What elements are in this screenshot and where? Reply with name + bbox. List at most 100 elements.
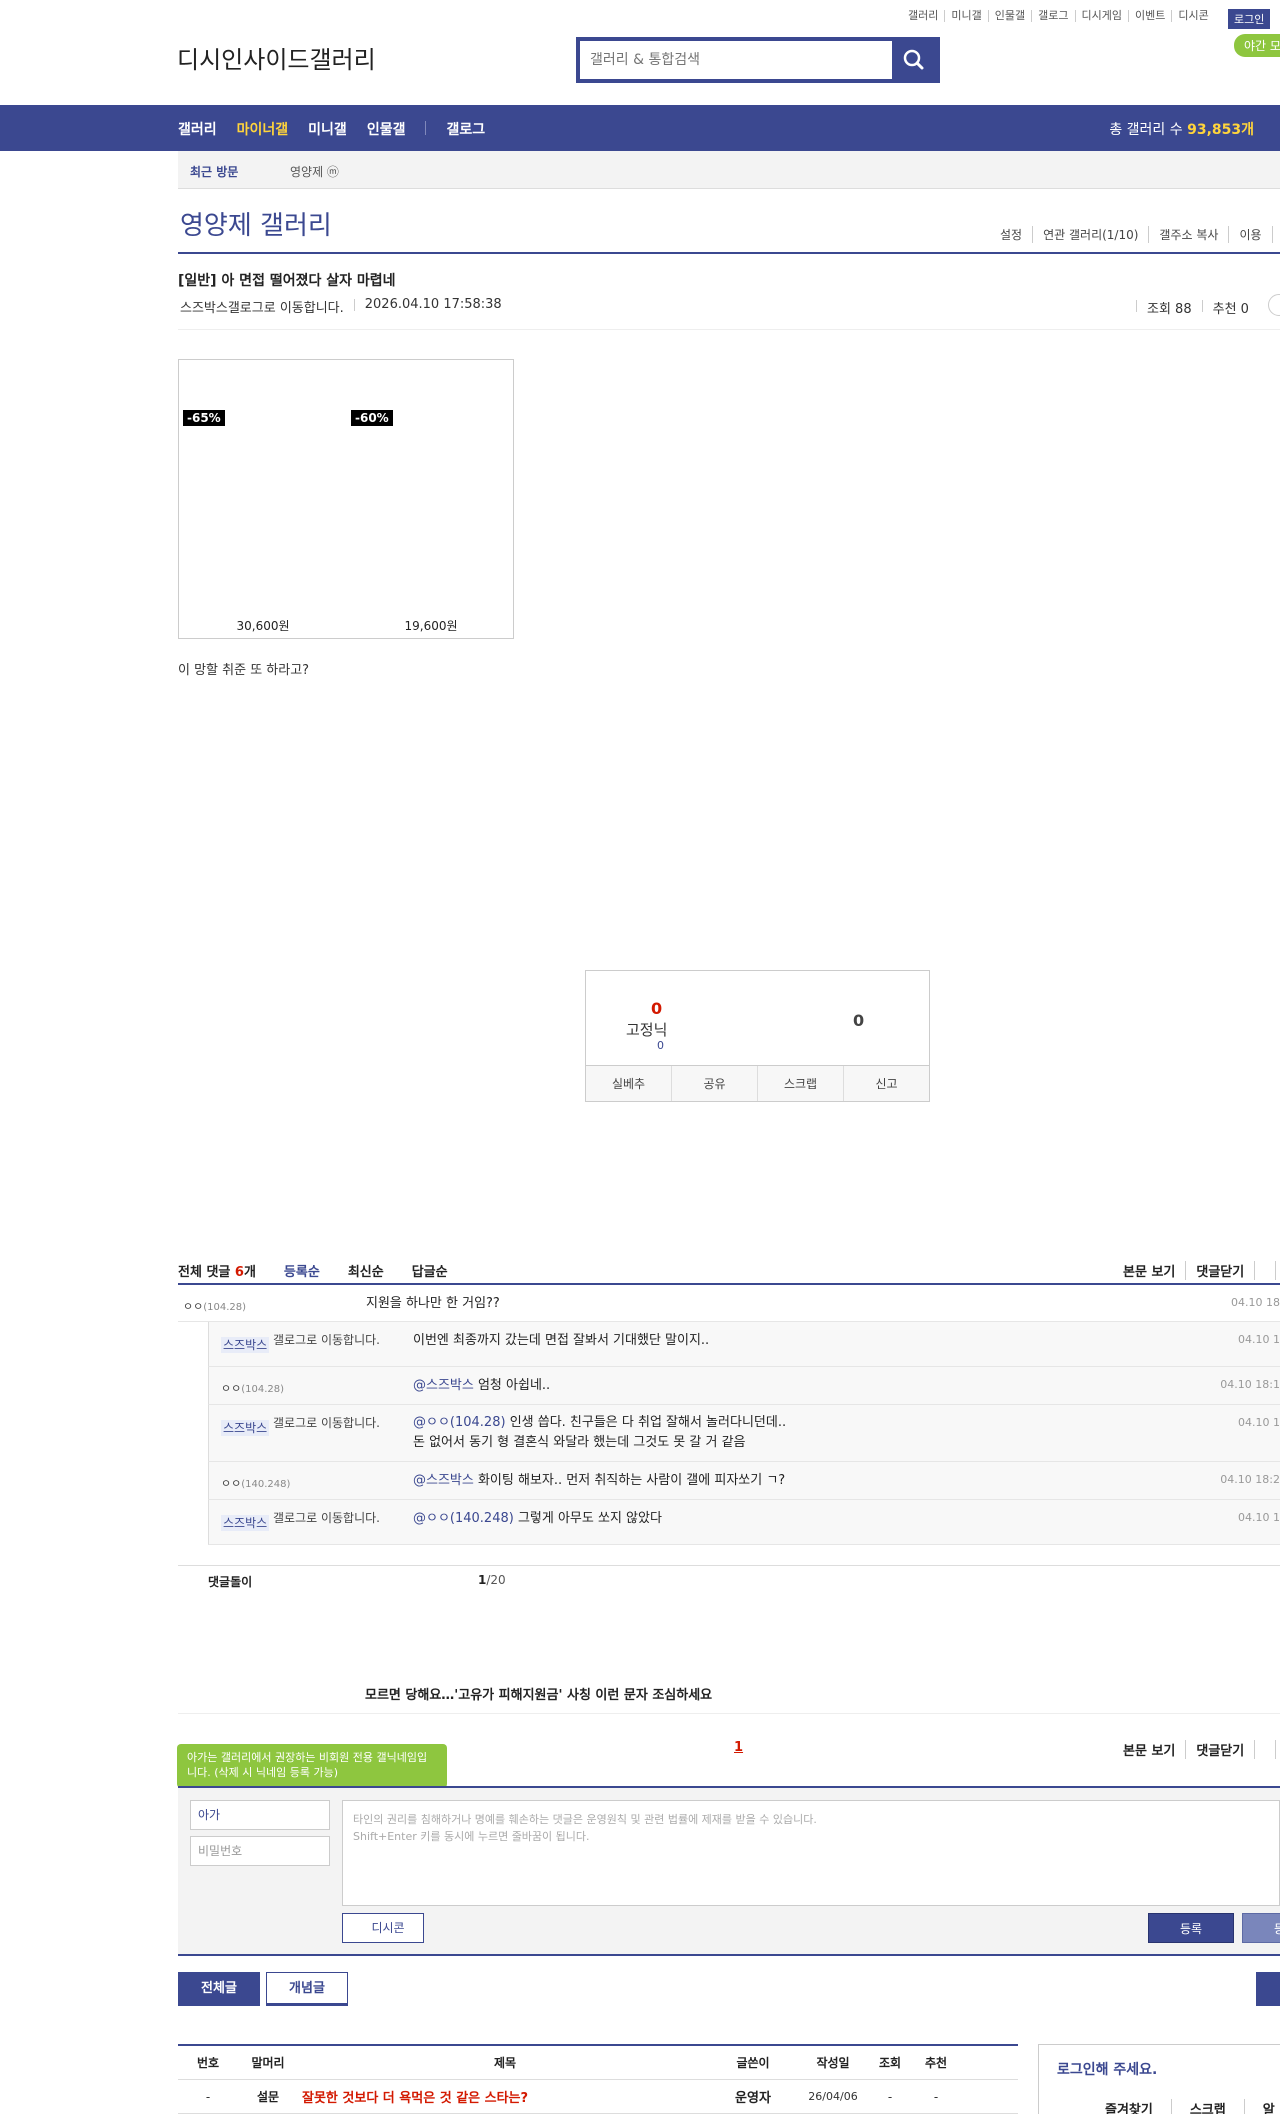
scrap-link[interactable]: 스크랩	[1172, 2099, 1245, 2114]
reply-date: 04.10 1	[1238, 1416, 1280, 1429]
reply-text-body: 인생 씁다. 친구들은 다 취업 잘해서 놀러다니던데..	[505, 1415, 787, 1430]
reply-text-body: 화이팅 해보자.. 먼저 취직하는 사람이 갤에 피자쏘기 ㄱ?	[473, 1473, 786, 1488]
all-posts-button[interactable]: 전체글	[178, 1972, 260, 2006]
view-body-link[interactable]: 본문 보기	[1123, 1740, 1187, 1759]
recent-visit-item[interactable]: 영양제 ⓜ	[290, 163, 339, 180]
topnav-gallog[interactable]: 갤로그	[1032, 10, 1076, 22]
reply-writer-nick: ㅇㅇ	[221, 1382, 242, 1395]
reply-writer[interactable]: ㅇㅇ(104.28)	[221, 1380, 284, 1396]
reply-mention[interactable]: @ㅇㅇ(104.28)	[413, 1415, 506, 1430]
report-button[interactable]: 신고	[844, 1066, 929, 1101]
search-input[interactable]	[580, 41, 896, 79]
best-recommend-button[interactable]: 실베추	[586, 1066, 672, 1101]
comment-textarea[interactable]: 타인의 권리를 침해하거나 명예를 훼손하는 댓글은 운영원칙 및 관련 법률에…	[342, 1800, 1280, 1906]
login-button[interactable]: 로그인	[1228, 9, 1271, 29]
topnav-person[interactable]: 인물갤	[989, 10, 1033, 22]
reply-date: 04.10 1	[1238, 1333, 1280, 1346]
gnb-gallery[interactable]: 갤러리	[178, 119, 217, 139]
dccon-button[interactable]: 디시콘	[342, 1913, 424, 1943]
login-panel: 로그인해 주세요. 즐겨찾기 스크랩 알	[1038, 2044, 1280, 2114]
search-button[interactable]	[892, 41, 936, 79]
password-field[interactable]: 비밀번호	[190, 1836, 330, 1866]
gallog-icon[interactable]: 갤로그로 이동합니다.	[273, 1333, 383, 1347]
share-button[interactable]: 공유	[672, 1066, 758, 1101]
product-card[interactable]: -60% 19,600원	[347, 360, 515, 640]
reply-writer[interactable]: 스즈박스	[221, 1514, 270, 1531]
row-writer[interactable]: 운영자	[708, 2087, 798, 2106]
title-divider	[178, 252, 1280, 254]
comment-write-area: 아가 비밀번호 타인의 권리를 침해하거나 명예를 훼손하는 댓글은 운영원칙 …	[178, 1788, 1280, 1954]
topnav-mini[interactable]: 미니갤	[945, 10, 989, 22]
gnb-gallog[interactable]: 갤로그	[446, 119, 485, 139]
topnav-event[interactable]: 이벤트	[1129, 10, 1173, 22]
reply-item: ㅇㅇ(104.28) @스즈박스 엄청 아쉽네.. 04.10 18:1	[208, 1367, 1280, 1405]
submit-recommend-button[interactable]: 등록	[1242, 1913, 1280, 1943]
close-comments-link[interactable]: 댓글닫기	[1186, 1740, 1256, 1759]
nickname-field[interactable]: 아가	[190, 1800, 330, 1830]
usage-link[interactable]: 이용	[1229, 226, 1273, 243]
product-card[interactable]: -65% 30,600원	[179, 360, 347, 640]
row-recommend: -	[933, 2089, 939, 2104]
comment-item: ㅇㅇ(104.28) 지원을 하나만 한 거임?? 04.10 18	[178, 1285, 1280, 1322]
post-views: 조회 88	[1147, 302, 1192, 317]
topnav-gallery[interactable]: 갤러리	[902, 10, 946, 22]
comment-page-number[interactable]: 1	[734, 1740, 743, 1755]
settings-link[interactable]: 설정	[1000, 226, 1034, 243]
login-panel-links: 즐겨찾기 스크랩 알	[1087, 2099, 1280, 2114]
sort-reply[interactable]: 답글순	[412, 1261, 448, 1280]
product-ad-box: -65% 30,600원 -60% 19,600원	[178, 359, 514, 639]
reply-writer[interactable]: ㅇㅇ(140.248)	[221, 1475, 290, 1491]
reply-mention[interactable]: @스즈박스	[413, 1473, 474, 1488]
reply-mention[interactable]: @스즈박스	[413, 1378, 474, 1393]
scrap-button[interactable]: 스크랩	[758, 1066, 844, 1101]
topnav-dccon[interactable]: 디시콘	[1172, 10, 1214, 22]
reply-writer[interactable]: 스즈박스	[221, 1336, 270, 1353]
refresh-comments-link[interactable]	[1255, 1261, 1277, 1280]
write-button[interactable]	[1256, 1972, 1280, 2006]
nonrecommend-count: 0	[853, 1011, 865, 1030]
reply-writer-nick: 스즈박스	[221, 1337, 270, 1353]
login-prompt[interactable]: 로그인해 주세요.	[1057, 2059, 1157, 2079]
comment-total-count: 6	[234, 1265, 244, 1280]
reply-writer-nick: 스즈박스	[221, 1420, 270, 1436]
comment-count-icon[interactable]	[1268, 294, 1280, 316]
comment-list: ㅇㅇ(104.28) 지원을 하나만 한 거임?? 04.10 18 스즈박스 …	[178, 1285, 1280, 1545]
gnb-minor[interactable]: 마이너갤	[237, 119, 289, 139]
row-title[interactable]: 잘못한 것보다 더 욕먹은 것 같은 스타는?	[298, 2087, 708, 2106]
reply-mention[interactable]: @ㅇㅇ(140.248)	[413, 1511, 514, 1526]
notification-link[interactable]: 알	[1245, 2099, 1280, 2114]
view-body-link[interactable]: 본문 보기	[1123, 1261, 1187, 1280]
col-number: 번호	[196, 2056, 220, 2070]
comment-writer[interactable]: ㅇㅇ(104.28)	[183, 1298, 246, 1314]
topnav-game[interactable]: 디시게임	[1076, 10, 1129, 22]
sort-latest[interactable]: 최신순	[348, 1261, 384, 1280]
night-mode-button[interactable]: 야간 모	[1234, 34, 1280, 57]
sort-registered[interactable]: 등록순	[284, 1261, 320, 1280]
gnb-person[interactable]: 인물갤	[367, 119, 406, 139]
reply-item: 스즈박스 갤로그로 이동합니다. @ㅇㅇ(140.248) 그렇게 아무도 쏘지…	[208, 1500, 1280, 1545]
post-writer[interactable]: 스즈박스갤로그로 이동합니다.	[180, 297, 344, 316]
reply-item: 스즈박스 갤로그로 이동합니다. @ㅇㅇ(104.28) 인생 씁다. 친구들은…	[208, 1405, 1280, 1462]
gallog-icon[interactable]: 갤로그로 이동합니다.	[228, 301, 344, 316]
copy-address-link[interactable]: 갤주소 복사	[1149, 226, 1230, 243]
gallog-icon[interactable]: 갤로그로 이동합니다.	[273, 1511, 383, 1525]
refresh-comments-link[interactable]	[1255, 1740, 1277, 1759]
gnb-mini[interactable]: 미니갤	[308, 119, 347, 139]
table-row[interactable]: - 설문 잘못한 것보다 더 욕먹은 것 같은 스타는? 운영자 26/04/0…	[178, 2080, 1018, 2114]
comment-writer-ip: (104.28)	[203, 1302, 247, 1313]
reply-writer[interactable]: 스즈박스	[221, 1419, 270, 1436]
submit-button[interactable]: 등록	[1148, 1913, 1234, 1943]
reply-date: 04.10 1	[1238, 1511, 1280, 1524]
site-logo[interactable]: 디시인사이드갤러리	[177, 40, 376, 75]
favorites-link[interactable]: 즐겨찾기	[1087, 2099, 1172, 2114]
gallog-icon[interactable]: 갤로그로 이동합니다.	[273, 1416, 383, 1430]
close-comments-link[interactable]: 댓글닫기	[1186, 1261, 1256, 1280]
col-recommend: 추천	[924, 2056, 948, 2070]
reply-item: ㅇㅇ(140.248) @스즈박스 화이팅 해보자.. 먼저 취직하는 사람이 …	[208, 1462, 1280, 1500]
news-link[interactable]: 모르면 당해요…'고유가 피해지원금' 사칭 이런 문자 조심하세요	[365, 1684, 712, 1703]
write-bottom-divider	[178, 1954, 1280, 1956]
gallery-title[interactable]: 영양제 갤러리	[180, 205, 332, 242]
related-gallery-link[interactable]: 연관 갤러리(1/10)	[1033, 226, 1150, 243]
concept-posts-button[interactable]: 개념글	[266, 1972, 348, 2006]
meta-divider	[353, 299, 355, 311]
